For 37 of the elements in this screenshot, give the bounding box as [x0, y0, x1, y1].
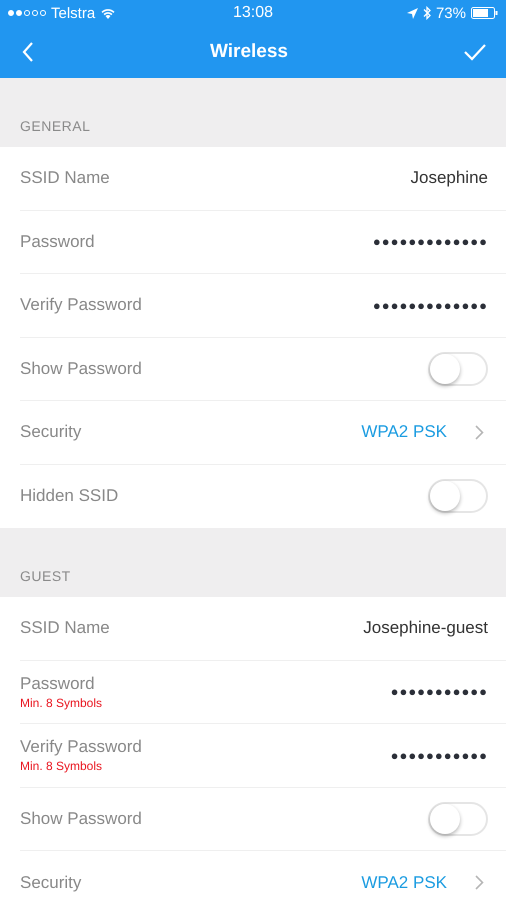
- row-label: Security: [20, 872, 82, 893]
- section-header: GUEST: [20, 568, 71, 584]
- field-value[interactable]: Josephine: [410, 168, 488, 188]
- toggle-switch[interactable]: [428, 802, 488, 836]
- password-field[interactable]: ●●●●●●●●●●●●●: [372, 234, 488, 250]
- toggle-switch[interactable]: [428, 352, 488, 386]
- row-label: Show Password: [20, 358, 142, 379]
- location-arrow-icon: [406, 8, 418, 18]
- row-label: Hidden SSID: [20, 486, 118, 506]
- carrier-name: Telstra: [51, 4, 96, 22]
- row-label: SSID Name: [20, 618, 110, 638]
- battery-icon: [471, 7, 498, 19]
- row-label: Show Password: [20, 808, 142, 829]
- row-label: Verify Password: [20, 295, 142, 316]
- toggle-switch[interactable]: [428, 479, 488, 514]
- row-label: Verify Password: [20, 737, 142, 758]
- battery-percent: 73%: [436, 4, 466, 22]
- screen-title: Wireless: [210, 41, 288, 63]
- back-chevron-icon: [22, 41, 34, 63]
- validation-hint: Min. 8 Symbols: [20, 696, 102, 710]
- chevron-right-icon: [475, 424, 484, 440]
- password-field[interactable]: ●●●●●●●●●●●●●: [372, 298, 488, 313]
- password-field[interactable]: ●●●●●●●●●●●: [390, 748, 488, 763]
- section-header: GENERAL: [20, 118, 90, 134]
- wifi-icon: [100, 7, 116, 19]
- password-field[interactable]: ●●●●●●●●●●●: [390, 684, 488, 700]
- row-label: Password: [20, 232, 95, 252]
- field-value[interactable]: Josephine-guest: [363, 618, 488, 638]
- row-label: SSID Name: [20, 168, 110, 188]
- signal-icon: [8, 10, 46, 16]
- status-time: 13:08: [232, 4, 274, 22]
- row-label: Password: [20, 674, 96, 694]
- validation-hint: Min. 8 Symbols: [20, 759, 104, 774]
- bluetooth-icon: [422, 6, 431, 20]
- row-label: Security: [20, 422, 82, 442]
- chevron-right-icon: [475, 875, 484, 890]
- checkmark-icon: [464, 43, 486, 61]
